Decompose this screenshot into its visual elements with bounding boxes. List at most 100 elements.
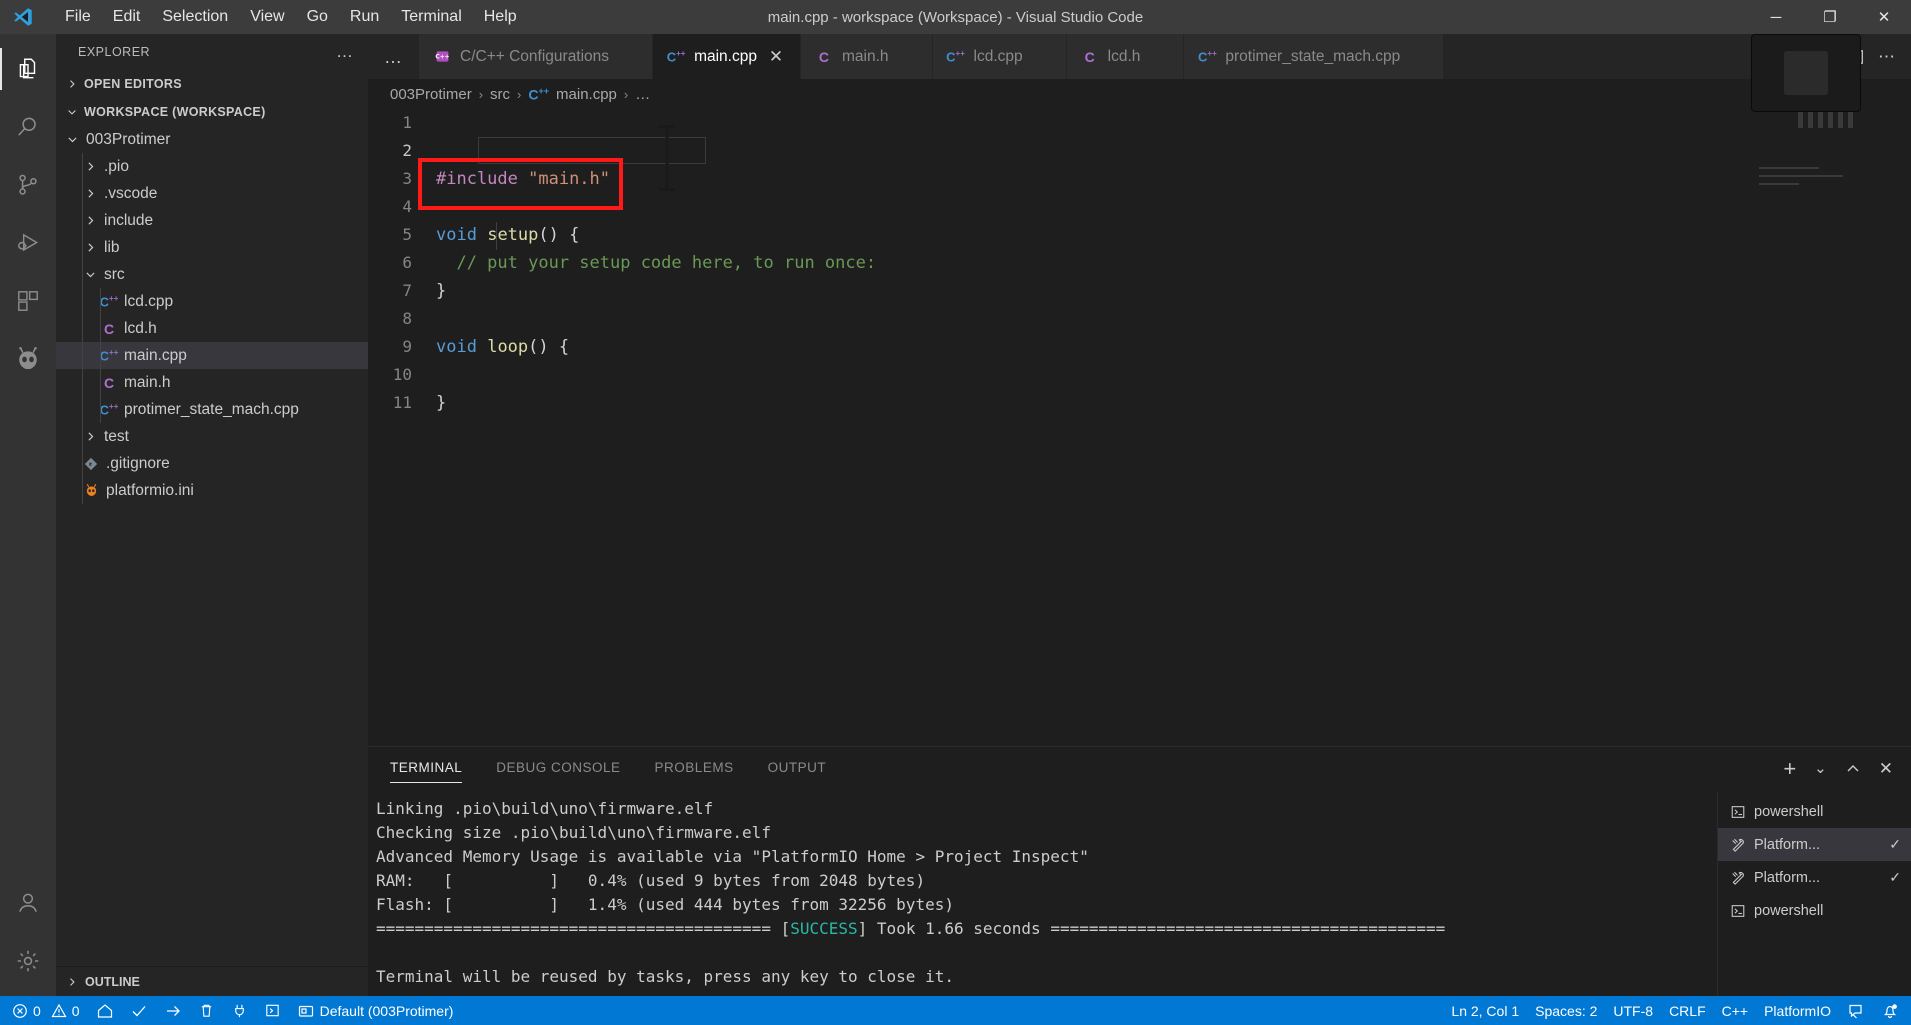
editor-tab-protimer-state-mach-cpp[interactable]: C++protimer_state_mach.cpp✕ (1184, 34, 1445, 79)
tab-terminal[interactable]: TERMINAL (390, 756, 463, 783)
tree-item--vscode[interactable]: .vscode (56, 180, 368, 207)
new-terminal-dropdown-icon[interactable]: ⌄ (1814, 761, 1827, 776)
pio-clean-button[interactable] (190, 996, 223, 1025)
section-open-editors[interactable]: OPEN EDITORS (56, 70, 368, 98)
code-line[interactable] (430, 361, 1911, 389)
notifications-bell-icon[interactable] (1873, 996, 1907, 1025)
sidebar-more-actions-icon[interactable]: … (336, 43, 354, 60)
editor-position[interactable]: Ln 2, Col 1 (1443, 996, 1527, 1025)
tree-item--pio[interactable]: .pio (56, 153, 368, 180)
menu-edit[interactable]: Edit (102, 4, 152, 30)
code-line[interactable] (430, 305, 1911, 333)
run-and-debug-icon[interactable] (0, 214, 56, 272)
menu-terminal[interactable]: Terminal (390, 4, 472, 30)
breadcrumb-item-file[interactable]: main.cpp (556, 86, 617, 103)
explorer-icon[interactable] (0, 40, 56, 98)
new-terminal-button[interactable]: + (1783, 758, 1796, 780)
editor-eol[interactable]: CRLF (1661, 996, 1714, 1025)
section-outline[interactable]: OUTLINE (56, 966, 368, 996)
platformio-status[interactable]: PlatformIO (1756, 996, 1839, 1025)
code-line[interactable]: } (430, 277, 1911, 305)
code-line[interactable]: void loop() { (430, 333, 1911, 361)
search-icon[interactable] (0, 98, 56, 156)
tab-problems[interactable]: PROBLEMS (655, 756, 734, 783)
tree-item-platformio-ini[interactable]: platformio.ini (56, 477, 368, 504)
feedback-icon[interactable] (1839, 996, 1873, 1025)
terminal-list-item[interactable]: Platform... ✓ (1718, 828, 1911, 861)
editor-language[interactable]: C++ (1714, 996, 1756, 1025)
menu-view[interactable]: View (239, 4, 295, 30)
pio-new-terminal-button[interactable] (256, 996, 289, 1025)
recorder-handle-dots[interactable] (1798, 112, 1853, 128)
close-button[interactable]: ✕ (1857, 0, 1911, 34)
editor-tab-lcd-h[interactable]: Clcd.h✕ (1066, 34, 1185, 79)
editor-tab-c-c-configurations[interactable]: C++C/C++ Configurations✕ (419, 34, 654, 79)
tree-item-include[interactable]: include (56, 207, 368, 234)
tree-item-test[interactable]: test (56, 423, 368, 450)
breadcrumb-item-project[interactable]: 003Protimer (390, 86, 472, 103)
tree-item-label: src (104, 265, 125, 283)
breadcrumb-item-folder[interactable]: src (490, 86, 510, 103)
workbench: EXPLORER … OPEN EDITORS WORKSPACE (WORKS… (0, 34, 1911, 996)
menu-file[interactable]: File (54, 4, 102, 30)
accounts-icon[interactable] (0, 874, 56, 932)
breadcrumb-item-symbol[interactable]: … (635, 86, 650, 103)
maximize-button[interactable]: ❐ (1803, 0, 1857, 34)
editor-indentation[interactable]: Spaces: 2 (1527, 996, 1605, 1025)
close-tab-icon[interactable]: ✕ (766, 47, 786, 67)
pio-home-button[interactable] (88, 996, 122, 1025)
error-count: 0 (33, 1002, 41, 1019)
tree-item-lcd-h[interactable]: Clcd.h (56, 315, 368, 342)
tree-item-main-cpp[interactable]: C++ main.cpp (56, 342, 368, 369)
pio-upload-button[interactable] (156, 996, 190, 1025)
editor-tab-main-cpp[interactable]: C++ main.cpp ✕ (653, 34, 801, 79)
terminal-square-icon (264, 1002, 281, 1019)
editor-tab-lcd-cpp[interactable]: C++lcd.cpp✕ (932, 34, 1067, 79)
source-control-icon[interactable] (0, 156, 56, 214)
tab-debug-console[interactable]: DEBUG CONSOLE (496, 756, 620, 783)
tree-item--gitignore[interactable]: .gitignore (56, 450, 368, 477)
editor-encoding[interactable]: UTF-8 (1605, 996, 1661, 1025)
pio-build-button[interactable] (122, 996, 156, 1025)
tree-item-main-h[interactable]: Cmain.h (56, 369, 368, 396)
platformio-alien-icon[interactable] (0, 330, 56, 388)
terminal-list-item[interactable]: powershell (1718, 894, 1911, 927)
tree-item-lib[interactable]: lib (56, 234, 368, 261)
extensions-icon[interactable] (0, 272, 56, 330)
menu-run[interactable]: Run (339, 4, 390, 30)
code-content[interactable]: #include "main.h" void setup() { // put … (430, 109, 1911, 746)
minimap[interactable] (1759, 167, 1851, 191)
terminal-list-item[interactable]: powershell (1718, 795, 1911, 828)
code-line[interactable]: // put your setup code here, to run once… (430, 249, 1911, 277)
tree-item-src[interactable]: src (56, 261, 368, 288)
code-line[interactable] (430, 193, 1911, 221)
editor-more-actions-icon[interactable]: ⋯ (1878, 48, 1895, 65)
pio-project-environment[interactable]: Default (003Protimer) (289, 996, 462, 1025)
tree-item-lcd-cpp[interactable]: C++ lcd.cpp (56, 288, 368, 315)
menu-go[interactable]: Go (296, 4, 339, 30)
code-line[interactable]: #include "main.h" (430, 165, 1911, 193)
pio-serial-monitor-button[interactable] (223, 996, 256, 1025)
maximize-panel-icon[interactable] (1845, 761, 1861, 777)
tree-item-label: 003Protimer (86, 130, 171, 148)
menu-selection[interactable]: Selection (151, 4, 239, 30)
tabs-overflow-button[interactable]: … (368, 34, 419, 79)
minimize-button[interactable]: ─ (1749, 0, 1803, 34)
settings-gear-icon[interactable] (0, 932, 56, 990)
editor-tab-main-h[interactable]: Cmain.h✕ (800, 34, 933, 79)
terminal-list-item[interactable]: Platform... ✓ (1718, 861, 1911, 894)
problems-status[interactable]: 0 0 (4, 996, 88, 1025)
close-panel-button[interactable]: ✕ (1879, 759, 1893, 779)
section-workspace[interactable]: WORKSPACE (WORKSPACE) (56, 98, 368, 126)
code-line[interactable] (430, 109, 1911, 137)
menu-help[interactable]: Help (473, 4, 528, 30)
code-line[interactable]: } (430, 389, 1911, 417)
screen-recorder-overlay[interactable] (1751, 34, 1861, 112)
code-editor[interactable]: 1 2 3 4 5 6 7 8 9 10 11 #include "main.h" void set… (368, 109, 1911, 746)
tree-item-protimer-state-mach-cpp[interactable]: C++ protimer_state_mach.cpp (56, 396, 368, 423)
code-line[interactable]: void setup() { (430, 221, 1911, 249)
terminal-output[interactable]: Linking .pio\build\uno\firmware.elf Check… (368, 791, 1717, 996)
tree-item-003protimer[interactable]: 003Protimer (56, 126, 368, 153)
tab-output[interactable]: OUTPUT (768, 756, 827, 783)
line-number: 6 (402, 253, 412, 272)
